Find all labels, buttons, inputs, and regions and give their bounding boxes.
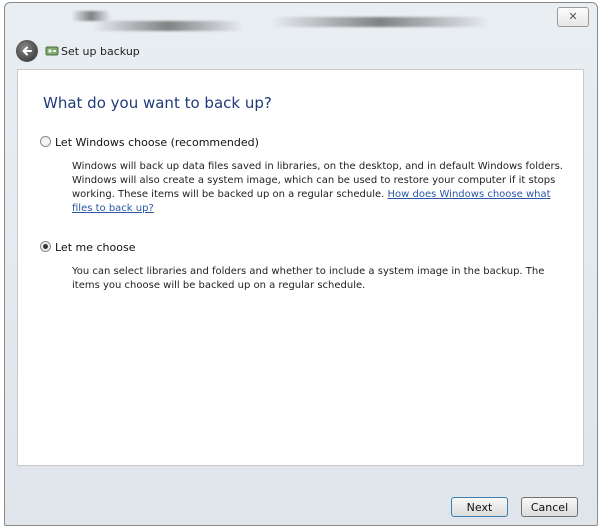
back-arrow-icon <box>22 46 32 56</box>
close-button[interactable]: ✕ <box>557 7 589 27</box>
blurred-title-region <box>71 11 111 21</box>
content-pane: What do you want to back up? Let Windows… <box>17 69 584 466</box>
option-description: Windows will back up data files saved in… <box>72 160 572 216</box>
option-description: You can select libraries and folders and… <box>72 265 572 293</box>
blurred-title-region <box>93 21 243 31</box>
option-let-windows-choose[interactable]: Let Windows choose (recommended) <box>40 136 259 149</box>
radio-checked-icon[interactable] <box>40 241 51 252</box>
page-heading: What do you want to back up? <box>43 94 272 112</box>
option-let-me-choose[interactable]: Let me choose <box>40 241 135 254</box>
title-bar: ✕ Set up backup <box>5 3 597 63</box>
footer-bar: Next Cancel <box>5 465 597 525</box>
backup-app-icon <box>45 46 59 56</box>
back-button[interactable] <box>16 40 38 62</box>
option-label: Let Windows choose (recommended) <box>55 136 259 149</box>
window-title: Set up backup <box>61 45 140 58</box>
blurred-title-region <box>270 17 490 27</box>
cancel-button[interactable]: Cancel <box>521 497 578 517</box>
option-description-text: You can select libraries and folders and… <box>72 266 545 291</box>
radio-unchecked-icon[interactable] <box>40 136 51 147</box>
next-button[interactable]: Next <box>451 497 508 517</box>
close-icon: ✕ <box>568 10 578 23</box>
setup-backup-window: ✕ Set up backup What do you want to back… <box>4 2 598 526</box>
option-label: Let me choose <box>55 241 136 254</box>
